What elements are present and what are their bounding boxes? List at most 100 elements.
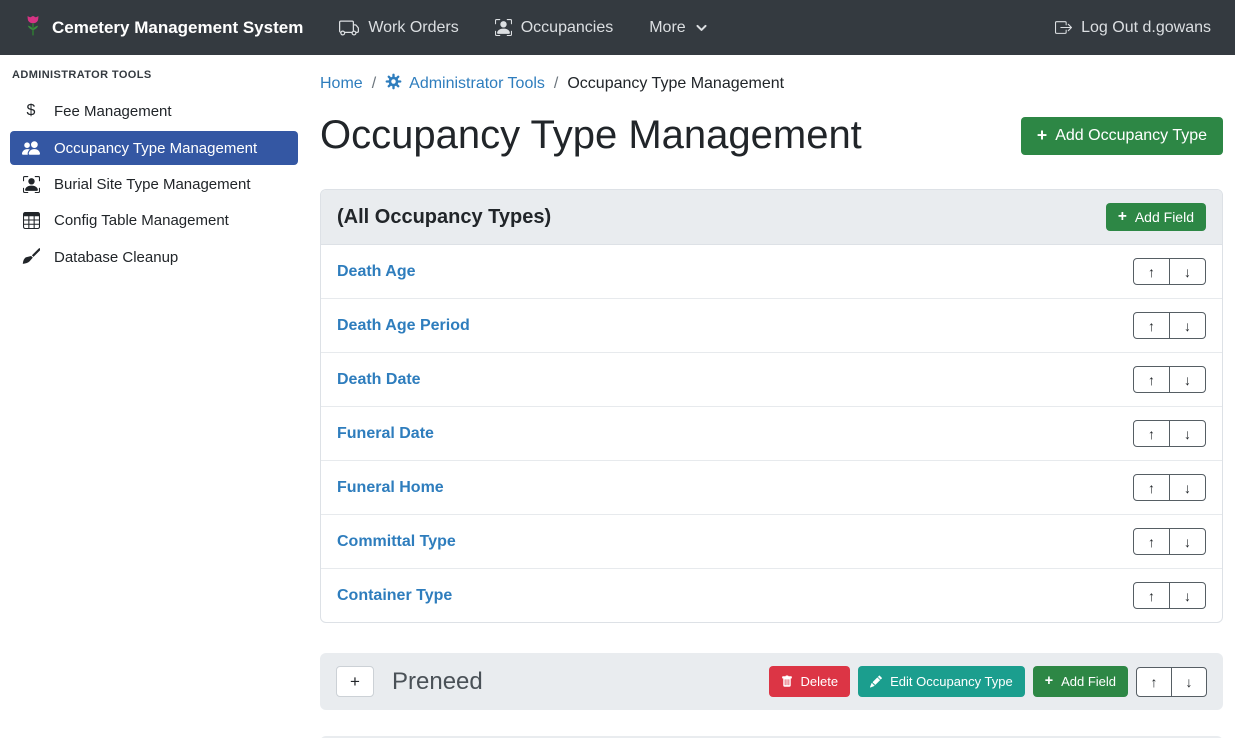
move-up-button[interactable]: ↑ bbox=[1133, 474, 1170, 501]
all-occupancy-types-card: (All Occupancy Types) + Add Field Death … bbox=[320, 189, 1223, 623]
move-up-button[interactable]: ↑ bbox=[1133, 258, 1170, 285]
pencil-icon bbox=[870, 675, 882, 688]
reorder-controls: ↑ ↓ bbox=[1133, 420, 1206, 447]
field-row: Funeral Date ↑ ↓ bbox=[321, 406, 1222, 460]
nav-occupancies[interactable]: Occupancies bbox=[495, 19, 614, 37]
main-content: Home / Administrator Tools / Occupanc bbox=[310, 55, 1235, 738]
sidebar-item-burial-site-type-management[interactable]: Burial Site Type Management bbox=[10, 168, 298, 201]
move-down-button[interactable]: ↓ bbox=[1169, 312, 1206, 339]
move-up-button[interactable]: ↑ bbox=[1136, 667, 1172, 697]
section-title: Preneed bbox=[392, 668, 483, 696]
breadcrumb-home-label: Home bbox=[320, 75, 363, 93]
occupancy-type-section-preneed: + Preneed Delete Edit Occupancy Type + A… bbox=[320, 653, 1223, 710]
sidebar-item-database-cleanup[interactable]: Database Cleanup bbox=[10, 240, 298, 274]
field-link-death-age[interactable]: Death Age bbox=[337, 263, 416, 281]
chevron-down-icon bbox=[695, 21, 708, 34]
field-row: Funeral Home ↑ ↓ bbox=[321, 460, 1222, 514]
brand-title: Cemetery Management System bbox=[52, 18, 303, 38]
field-list: Death Age ↑ ↓ Death Age Period ↑ ↓ Death… bbox=[321, 245, 1222, 622]
logout-icon bbox=[1055, 19, 1072, 36]
field-link-committal-type[interactable]: Committal Type bbox=[337, 533, 456, 551]
sidebar-item-label: Occupancy Type Management bbox=[54, 140, 257, 157]
breadcrumb-admin-tools-label: Administrator Tools bbox=[409, 75, 545, 93]
flower-logo-icon bbox=[24, 14, 42, 42]
trash-icon bbox=[781, 675, 793, 688]
edit-occupancy-type-button[interactable]: Edit Occupancy Type bbox=[858, 666, 1025, 697]
field-link-funeral-home[interactable]: Funeral Home bbox=[337, 479, 444, 497]
add-field-label: Add Field bbox=[1135, 209, 1194, 225]
truck-icon bbox=[339, 18, 359, 38]
delete-button[interactable]: Delete bbox=[769, 666, 851, 697]
field-link-death-date[interactable]: Death Date bbox=[337, 371, 421, 389]
add-field-button[interactable]: + Add Field bbox=[1033, 666, 1128, 697]
move-up-button[interactable]: ↑ bbox=[1133, 420, 1170, 447]
expand-button[interactable]: + bbox=[336, 666, 374, 697]
move-up-button[interactable]: ↑ bbox=[1133, 312, 1170, 339]
move-down-button[interactable]: ↓ bbox=[1169, 366, 1206, 393]
person-bounding-box-icon bbox=[20, 176, 42, 193]
nav-more[interactable]: More bbox=[649, 19, 707, 37]
add-field-label: Add Field bbox=[1061, 674, 1116, 689]
field-link-funeral-date[interactable]: Funeral Date bbox=[337, 425, 434, 443]
sidebar: ADMINISTRATOR TOOLS $ Fee Management Occ… bbox=[0, 55, 310, 738]
field-link-death-age-period[interactable]: Death Age Period bbox=[337, 317, 470, 335]
move-up-button[interactable]: ↑ bbox=[1133, 366, 1170, 393]
field-row: Container Type ↑ ↓ bbox=[321, 568, 1222, 622]
field-row: Death Age Period ↑ ↓ bbox=[321, 298, 1222, 352]
move-down-button[interactable]: ↓ bbox=[1169, 474, 1206, 501]
reorder-controls: ↑ ↓ bbox=[1133, 312, 1206, 339]
breadcrumb-home[interactable]: Home bbox=[320, 75, 363, 93]
sidebar-item-label: Fee Management bbox=[54, 103, 172, 120]
broom-icon bbox=[20, 248, 42, 266]
move-down-button[interactable]: ↓ bbox=[1169, 258, 1206, 285]
sidebar-item-label: Config Table Management bbox=[54, 212, 229, 229]
reorder-controls: ↑ ↓ bbox=[1136, 667, 1207, 697]
move-down-button[interactable]: ↓ bbox=[1169, 420, 1206, 447]
people-icon bbox=[20, 139, 42, 157]
field-row: Death Date ↑ ↓ bbox=[321, 352, 1222, 406]
gear-icon bbox=[385, 73, 402, 95]
sidebar-item-label: Database Cleanup bbox=[54, 249, 178, 266]
sidebar-item-config-table-management[interactable]: Config Table Management bbox=[10, 204, 298, 237]
breadcrumb-separator: / bbox=[372, 75, 376, 93]
add-field-button[interactable]: + Add Field bbox=[1106, 203, 1206, 231]
brand[interactable]: Cemetery Management System bbox=[24, 14, 303, 42]
plus-icon: + bbox=[1045, 674, 1053, 688]
move-down-button[interactable]: ↓ bbox=[1169, 582, 1206, 609]
sidebar-item-fee-management[interactable]: $ Fee Management bbox=[10, 94, 298, 128]
section-controls: Delete Edit Occupancy Type + Add Field ↑… bbox=[769, 666, 1207, 697]
nav-more-label: More bbox=[649, 19, 685, 37]
reorder-controls: ↑ ↓ bbox=[1133, 258, 1206, 285]
plus-icon: + bbox=[1037, 127, 1047, 145]
page-title: Occupancy Type Management bbox=[320, 111, 862, 159]
sidebar-heading: ADMINISTRATOR TOOLS bbox=[0, 59, 310, 93]
reorder-controls: ↑ ↓ bbox=[1133, 474, 1206, 501]
reorder-controls: ↑ ↓ bbox=[1133, 582, 1206, 609]
plus-icon: + bbox=[1118, 209, 1127, 224]
reorder-controls: ↑ ↓ bbox=[1133, 366, 1206, 393]
table-icon bbox=[20, 212, 42, 229]
move-down-button[interactable]: ↓ bbox=[1169, 528, 1206, 555]
move-up-button[interactable]: ↑ bbox=[1133, 528, 1170, 555]
delete-label: Delete bbox=[801, 674, 839, 689]
field-row: Committal Type ↑ ↓ bbox=[321, 514, 1222, 568]
sidebar-item-occupancy-type-management[interactable]: Occupancy Type Management bbox=[10, 131, 298, 165]
nav-work-orders[interactable]: Work Orders bbox=[339, 18, 458, 38]
breadcrumb-administrator-tools[interactable]: Administrator Tools bbox=[385, 73, 545, 95]
nav-work-orders-label: Work Orders bbox=[368, 19, 458, 37]
add-occupancy-type-button[interactable]: + Add Occupancy Type bbox=[1021, 117, 1223, 155]
move-down-button[interactable]: ↓ bbox=[1171, 667, 1207, 697]
person-bounding-box-icon bbox=[495, 19, 512, 36]
breadcrumb: Home / Administrator Tools / Occupanc bbox=[320, 73, 1223, 95]
breadcrumb-current: Occupancy Type Management bbox=[567, 75, 784, 93]
reorder-controls: ↑ ↓ bbox=[1133, 528, 1206, 555]
top-navbar: Cemetery Management System Work Orders O… bbox=[0, 0, 1235, 55]
all-occupancy-types-title: (All Occupancy Types) bbox=[337, 206, 551, 229]
nav-logout[interactable]: Log Out d.gowans bbox=[1055, 19, 1211, 37]
move-up-button[interactable]: ↑ bbox=[1133, 582, 1170, 609]
breadcrumb-separator: / bbox=[554, 75, 558, 93]
dollar-icon: $ bbox=[20, 102, 42, 120]
add-occupancy-type-label: Add Occupancy Type bbox=[1055, 127, 1207, 145]
nav-logout-label: Log Out d.gowans bbox=[1081, 19, 1211, 37]
field-link-container-type[interactable]: Container Type bbox=[337, 587, 452, 605]
